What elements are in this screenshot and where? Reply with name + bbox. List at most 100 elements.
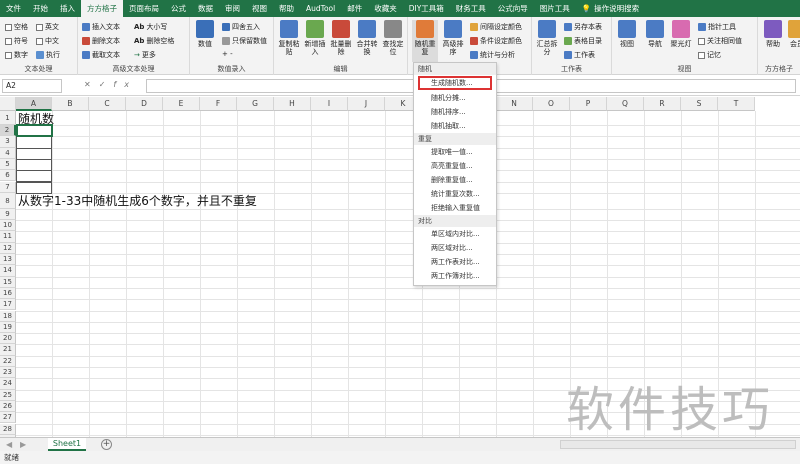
more-button[interactable]: → 更多 xyxy=(134,50,156,60)
spotlight-button[interactable]: 聚光灯 xyxy=(668,20,694,48)
select-all-corner[interactable] xyxy=(0,97,16,111)
menu-item[interactable]: 拒绝输入重复值 xyxy=(414,201,496,215)
menu-item[interactable]: 两区域对比... xyxy=(414,241,496,255)
column-header[interactable]: F xyxy=(200,97,237,111)
delete-text-button[interactable]: 删除文本 xyxy=(82,36,120,46)
round-button[interactable]: 四舍五入 xyxy=(222,22,260,32)
summary-split-button[interactable]: 汇总拆分 xyxy=(534,20,560,56)
column-header[interactable]: Q xyxy=(607,97,644,111)
row-header[interactable]: 25 xyxy=(0,389,16,401)
tell-me-search[interactable]: 💡 操作说明搜索 xyxy=(582,3,639,14)
insert-button[interactable]: 新增插入 xyxy=(302,20,328,56)
execute-button[interactable]: 执行 xyxy=(36,50,60,60)
row-header[interactable]: 23 xyxy=(0,367,16,379)
navigation-button[interactable]: 导航 xyxy=(642,20,668,48)
advanced-sort-button[interactable]: 高级排序 xyxy=(440,20,466,56)
tab-3[interactable]: 方方格子 xyxy=(81,0,123,17)
row-header[interactable]: 5 xyxy=(0,158,16,171)
menu-item[interactable]: 删除重复值... xyxy=(414,173,496,187)
row-header[interactable]: 20 xyxy=(0,333,16,345)
name-box[interactable]: A2 xyxy=(2,79,62,93)
cell-a1[interactable]: 随机数 xyxy=(18,110,54,127)
checkbox-english[interactable]: 英文 xyxy=(36,22,59,32)
row-header[interactable]: 27 xyxy=(0,412,16,424)
tab-6[interactable]: 数据 xyxy=(192,0,219,17)
column-header[interactable]: S xyxy=(681,97,718,111)
row-header[interactable]: 15 xyxy=(0,276,16,288)
tab-15[interactable]: 公式向导 xyxy=(492,0,534,17)
prev-sheet-arrow-icon[interactable]: ◀ xyxy=(6,440,12,449)
column-header[interactable]: C xyxy=(89,97,126,111)
row-header[interactable]: 17 xyxy=(0,299,16,311)
menu-item[interactable]: 高亮重复值... xyxy=(414,159,496,173)
row-header[interactable]: 24 xyxy=(0,378,16,390)
batch-delete-button[interactable]: 批量删除 xyxy=(328,20,354,56)
copy-paste-button[interactable]: 复制粘贴 xyxy=(276,20,302,56)
tab-0[interactable]: 文件 xyxy=(0,0,27,17)
tab-9[interactable]: 帮助 xyxy=(273,0,300,17)
tab-1[interactable]: 开始 xyxy=(27,0,54,17)
row-header[interactable]: 22 xyxy=(0,355,16,367)
row-header[interactable]: 4 xyxy=(0,147,16,159)
column-header[interactable]: J xyxy=(348,97,385,111)
menu-item[interactable]: 单区域内对比... xyxy=(414,227,496,241)
checkbox-number[interactable]: 数字 xyxy=(5,50,28,60)
pointer-tool-button[interactable]: 指针工具 xyxy=(698,22,736,32)
next-sheet-arrow-icon[interactable]: ▶ xyxy=(20,440,26,449)
sheet-tab[interactable]: Sheet1 xyxy=(48,438,86,451)
menu-item[interactable]: 生成随机数... xyxy=(418,76,492,90)
menu-item[interactable]: 随机抽取... xyxy=(414,119,496,133)
column-header[interactable]: B xyxy=(52,97,89,111)
worksheet-button[interactable]: 工作表 xyxy=(564,50,595,60)
column-header[interactable]: I xyxy=(311,97,348,111)
find-locate-button[interactable]: 查找定位 xyxy=(380,20,406,56)
column-header[interactable]: E xyxy=(163,97,200,111)
column-header[interactable]: T xyxy=(718,97,755,111)
row-header[interactable]: 1 xyxy=(0,111,16,125)
condition-color-button[interactable]: 条件设定颜色 xyxy=(470,36,522,46)
help-button[interactable]: 帮助 xyxy=(760,20,786,48)
tab-5[interactable]: 公式 xyxy=(165,0,192,17)
row-header[interactable]: 2 xyxy=(0,125,16,137)
tab-8[interactable]: 视图 xyxy=(246,0,273,17)
row-header[interactable]: 12 xyxy=(0,242,16,254)
member-button[interactable]: 会员 xyxy=(784,20,800,48)
tab-10[interactable]: AudTool xyxy=(300,0,341,17)
interval-color-button[interactable]: 间隔设定颜色 xyxy=(470,22,522,32)
tab-16[interactable]: 图片工具 xyxy=(534,0,576,17)
statistics-button[interactable]: 统计与分析 xyxy=(470,50,515,60)
extract-text-button[interactable]: 截取文本 xyxy=(82,50,120,60)
tab-13[interactable]: DIY工具箱 xyxy=(403,0,450,17)
sheet-directory-button[interactable]: 表格目录 xyxy=(564,36,602,46)
row-header[interactable]: 9 xyxy=(0,208,16,221)
tab-4[interactable]: 页面布局 xyxy=(123,0,165,17)
insert-text-button[interactable]: 插入文本 xyxy=(82,22,120,32)
merge-convert-button[interactable]: 合并转换 xyxy=(354,20,380,56)
row-header[interactable]: 7 xyxy=(0,181,16,193)
row-header[interactable]: 13 xyxy=(0,254,16,266)
tab-12[interactable]: 收藏夹 xyxy=(368,0,403,17)
column-header[interactable]: H xyxy=(274,97,311,111)
tab-14[interactable]: 财务工具 xyxy=(450,0,492,17)
column-header[interactable]: R xyxy=(644,97,681,111)
menu-item[interactable]: 两工作表对比... xyxy=(414,255,496,269)
row-header[interactable]: 11 xyxy=(0,231,16,243)
memory-button[interactable]: 记忆 xyxy=(698,50,721,60)
tab-7[interactable]: 审阅 xyxy=(219,0,246,17)
row-header[interactable]: 6 xyxy=(0,170,16,182)
remove-space-button[interactable]: Ab 删除空格 xyxy=(134,36,174,46)
checkbox-symbol[interactable]: 符号 xyxy=(5,36,28,46)
number-button[interactable]: 数值 xyxy=(192,20,218,48)
column-header[interactable]: D xyxy=(126,97,163,111)
row-header[interactable]: 3 xyxy=(0,136,16,148)
row-header[interactable]: 21 xyxy=(0,344,16,356)
row-header[interactable]: 28 xyxy=(0,423,16,435)
row-header[interactable]: 18 xyxy=(0,310,16,322)
tab-11[interactable]: 邮件 xyxy=(341,0,368,17)
row-header[interactable]: 10 xyxy=(0,220,16,232)
column-header[interactable]: G xyxy=(237,97,274,111)
column-header[interactable]: A xyxy=(16,97,52,111)
column-header[interactable]: O xyxy=(533,97,570,111)
menu-item[interactable]: 提取唯一值... xyxy=(414,145,496,159)
menu-item[interactable]: 统计重复次数... xyxy=(414,187,496,201)
